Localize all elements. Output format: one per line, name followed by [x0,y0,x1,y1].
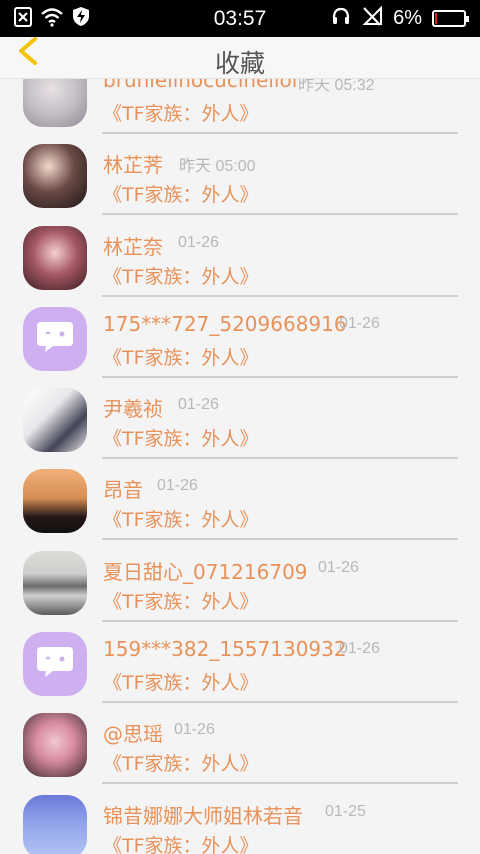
item-subtitle: 《TF家族：外人》 [103,428,259,451]
item-name: 175***727_5209668916 [103,311,347,336]
item-name: 159***382_1557130932 [103,637,347,662]
list-item[interactable]: 锦昔娜娜大师姐林若音 01-25 《TF家族：外人》 [0,785,480,854]
favorites-list[interactable]: bruniellnocucinelloi 昨天 05:32 《TF家族：外人》 … [0,79,480,854]
item-time: 01-26 [339,640,380,658]
item-time: 01-26 [339,314,380,332]
item-subtitle: 《TF家族：外人》 [103,590,259,613]
list-item[interactable]: 尹羲祯 01-26 《TF家族：外人》 [0,378,480,460]
chat-bubble-icon [35,320,75,358]
favorites-list-inner: bruniellnocucinelloi 昨天 05:32 《TF家族：外人》 … [0,79,480,854]
battery-level [435,13,437,24]
item-subtitle: 《TF家族：外人》 [103,265,259,288]
list-item[interactable]: 林芷奈 01-26 《TF家族：外人》 [0,216,480,297]
avatar[interactable] [23,306,87,371]
muted-signal-icon [361,5,383,32]
item-time: 01-25 [325,802,366,820]
item-subtitle: 《TF家族：外人》 [103,753,259,776]
avatar[interactable] [23,469,87,534]
avatar[interactable] [23,713,87,778]
avatar[interactable] [23,225,87,290]
item-name: 尹羲祯 [103,397,163,422]
item-time: 01-26 [157,477,198,495]
item-time: 01-26 [174,721,215,739]
item-name: 林芷荠 [103,153,163,178]
item-time: 昨天 05:00 [179,158,256,176]
avatar[interactable] [23,632,87,697]
list-item[interactable]: 夏日甜心_071216709 01-26 《TF家族：外人》 [0,541,480,622]
item-name: @思瑶 [103,722,163,747]
chat-bubble-icon [35,645,75,683]
item-time: 01-26 [318,558,359,576]
item-time: 01-26 [178,396,219,414]
item-subtitle: 《TF家族：外人》 [103,103,259,125]
avatar[interactable] [23,144,87,209]
item-subtitle: 《TF家族：外人》 [103,184,259,207]
avatar[interactable] [23,794,87,854]
avatar[interactable] [23,388,87,453]
list-item[interactable]: 昂音 01-26 《TF家族：外人》 [0,459,480,541]
item-subtitle: 《TF家族：外人》 [103,346,259,369]
item-subtitle: 《TF家族：外人》 [103,672,259,695]
item-time: 昨天 05:32 [298,79,375,94]
battery-percent: 6% [393,7,422,29]
item-time: 01-26 [178,233,219,251]
list-item[interactable]: 175***727_5209668916 01-26 《TF家族：外人》 [0,297,480,378]
list-item[interactable]: bruniellnocucinelloi 昨天 05:32 《TF家族：外人》 [0,79,480,134]
item-subtitle: 《TF家族：外人》 [103,509,259,532]
status-right-icons: 6% [331,0,469,37]
item-subtitle: 《TF家族：外人》 [103,834,259,854]
item-name: bruniellnocucinelloi [103,79,298,92]
avatar[interactable] [23,550,87,615]
avatar[interactable] [23,79,87,127]
item-name: 林芷奈 [103,234,163,259]
list-item[interactable]: 林芷荠 昨天 05:00 《TF家族：外人》 [0,134,480,216]
page-title: 收藏 [214,49,265,78]
status-bar: 03:57 6% [0,0,480,37]
header: 收藏 [0,37,480,79]
battery-icon [432,10,469,27]
headphones-icon [331,6,351,32]
list-item[interactable]: 159***382_1557130932 01-26 《TF家族：外人》 [0,622,480,704]
item-name: 锦昔娜娜大师姐林若音 [103,803,303,828]
item-name: 昂音 [103,478,143,503]
item-name: 夏日甜心_071216709 [103,559,308,584]
list-item[interactable]: @思瑶 01-26 《TF家族：外人》 [0,703,480,785]
